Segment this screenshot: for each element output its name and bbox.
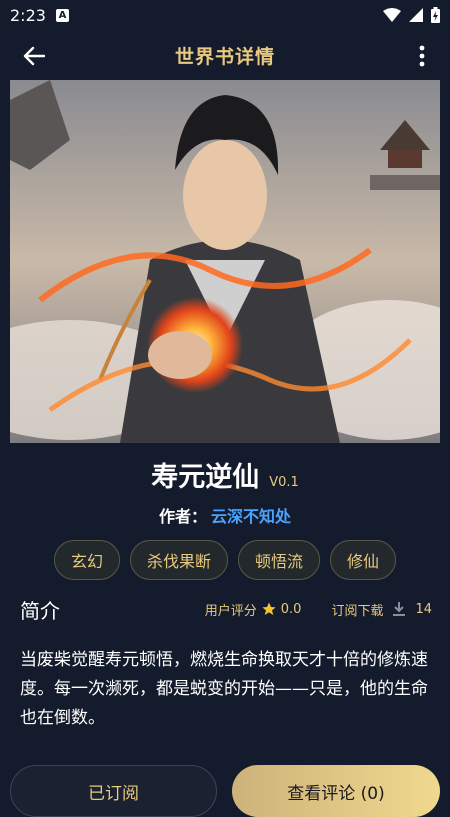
intro-heading: 简介 (20, 598, 60, 623)
cover-illustration (10, 80, 440, 443)
tag-chip[interactable]: 修仙 (330, 540, 397, 580)
rating-value: 0.0 (280, 601, 302, 617)
app-notification-icon: A (55, 8, 69, 22)
battery-icon (431, 7, 440, 23)
arrow-back-icon (23, 46, 45, 66)
book-title: 寿元逆仙 (151, 462, 260, 493)
tag-list: 玄幻 杀伐果断 顿悟流 修仙 (0, 540, 450, 582)
book-cover-image (10, 80, 440, 443)
subscribed-button[interactable]: 已订阅 (10, 765, 217, 817)
author-label: 作者： (158, 507, 207, 526)
downloads-value: 14 (415, 601, 432, 617)
page-title: 世界书详情 (174, 45, 275, 68)
status-bar: 2:23 A (0, 0, 450, 30)
cellular-icon (409, 8, 423, 22)
author-name-link[interactable]: 云深不知处 (211, 503, 291, 527)
download-count: 订阅下载 14 (331, 600, 432, 619)
intro-header-row: 简介 用户评分 0.0 订阅下载 14 (20, 595, 432, 623)
downloads-label: 订阅下载 (331, 603, 384, 619)
book-title-row: 寿元逆仙 V0.1 (0, 455, 450, 495)
wifi-icon (383, 8, 401, 22)
star-icon (262, 602, 276, 615)
rating-label: 用户评分 (204, 603, 257, 619)
tag-chip[interactable]: 杀伐果断 (129, 540, 228, 580)
app-bar: 世界书详情 (0, 30, 450, 80)
more-options-button[interactable] (412, 42, 432, 70)
user-rating: 用户评分 0.0 (205, 600, 302, 619)
view-comments-button[interactable]: 查看评论 (0) (232, 765, 440, 817)
status-right (383, 7, 440, 23)
tag-chip[interactable]: 玄幻 (53, 540, 120, 580)
book-version: V0.1 (269, 475, 299, 490)
status-time: 2:23 (10, 5, 46, 25)
status-left: 2:23 A (10, 6, 69, 25)
download-icon (393, 602, 406, 616)
more-vert-icon (419, 45, 425, 67)
tag-chip[interactable]: 顿悟流 (238, 540, 321, 580)
back-button[interactable] (20, 42, 48, 70)
book-description: 当废柴觉醒寿元顿悟，燃烧生命换取天才十倍的修炼速度。每一次濒死，都是蜕变的开始—… (20, 650, 428, 728)
author-row: 作者： 云深不知处 (0, 503, 450, 527)
